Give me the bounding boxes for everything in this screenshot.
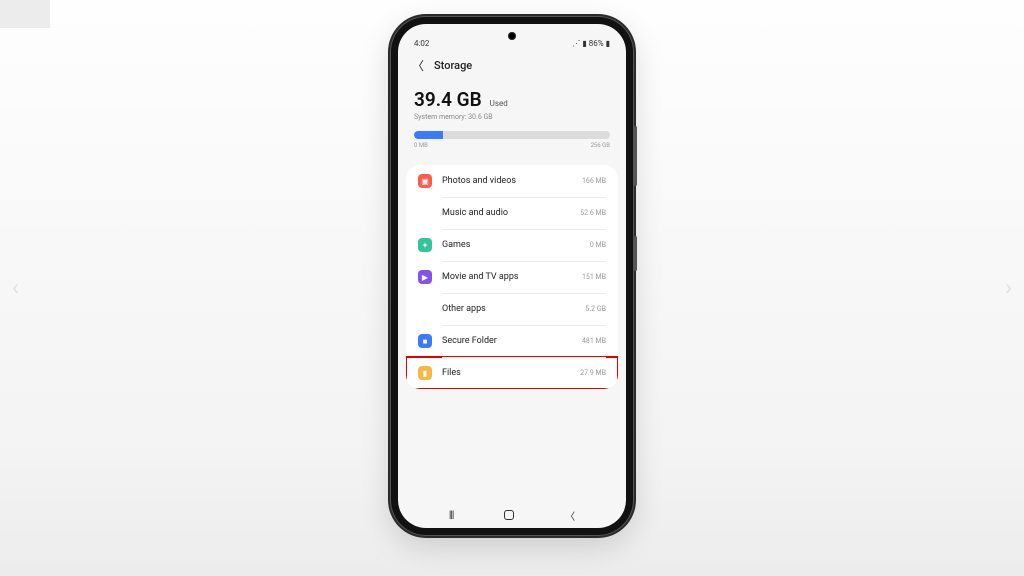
battery-text: 86% [589,39,604,48]
category-label: Music and audio [442,208,580,218]
power-button [634,236,637,271]
app-header: 〈 Storage [398,48,626,82]
category-row-games[interactable]: ✦ Games0 MB [406,229,618,261]
category-label: Games [442,240,590,250]
category-size: 52.6 MB [580,209,606,217]
category-label: Other apps [442,304,585,314]
apps-icon: ⠿ [418,302,432,316]
secure-icon: ■ [418,334,432,348]
page-title: Storage [434,59,472,72]
carousel-next[interactable]: › [1005,276,1012,301]
category-row-movie[interactable]: ▶ Movie and TV apps151 MB [406,261,618,293]
back-button[interactable]: 〈 [412,57,424,74]
bar-max: 256 GB [591,142,610,149]
category-label: Movie and TV apps [442,272,582,282]
wifi-icon: ⋰ [572,39,580,48]
category-row-files[interactable]: ▮ Files27.9 MB [406,357,618,389]
used-amount: 39.4 GB [414,88,482,111]
battery-icon: ▮ [606,39,610,48]
games-icon: ✦ [418,238,432,252]
category-label: Photos and videos [442,176,582,186]
usage-bar-fill [414,131,443,139]
nav-recents[interactable]: ||| [449,510,454,521]
signal-icon: ▮ [582,39,586,48]
category-row-music[interactable]: ♪ Music and audio52.6 MB [406,197,618,229]
category-size: 0 MB [590,241,606,249]
used-label: Used [490,99,508,108]
category-size: 5.2 GB [585,305,606,313]
usage-bar [414,131,610,139]
storage-summary: 39.4 GB Used System memory: 30.6 GB 0 MB… [398,82,626,163]
phone-screen: 4:02 ⋰ ▮ 86% ▮ 〈 Storage 39.4 GB Used Sy… [398,24,626,528]
category-size: 151 MB [582,273,606,281]
android-navbar: ||| 〈 [398,502,626,528]
system-memory: System memory: 30.6 GB [414,113,610,121]
decorative-block [0,0,50,28]
carousel-prev[interactable]: ‹ [12,276,19,301]
category-size: 481 MB [582,337,606,345]
camera-cutout [508,32,516,40]
category-list: ▣ Photos and videos166 MB ♪ Music and audio… [406,165,618,389]
nav-home[interactable] [504,510,514,520]
files-icon: ▮ [418,366,432,380]
category-label: Secure Folder [442,336,582,346]
category-row-secure[interactable]: ■ Secure Folder481 MB [406,325,618,357]
status-time: 4:02 [414,39,429,48]
nav-back[interactable]: 〈 [565,508,575,523]
category-size: 166 MB [582,177,606,185]
music-icon: ♪ [418,206,432,220]
category-row-other[interactable]: ⠿ Other apps5.2 GB [406,293,618,325]
category-row-photos[interactable]: ▣ Photos and videos166 MB [406,165,618,197]
category-size: 27.9 MB [580,369,606,377]
phone-mockup: 4:02 ⋰ ▮ 86% ▮ 〈 Storage 39.4 GB Used Sy… [390,16,634,536]
photos-icon: ▣ [418,174,432,188]
bar-min: 0 MB [414,142,428,149]
volume-button [634,126,637,186]
category-label: Files [442,368,580,378]
movie-icon: ▶ [418,270,432,284]
